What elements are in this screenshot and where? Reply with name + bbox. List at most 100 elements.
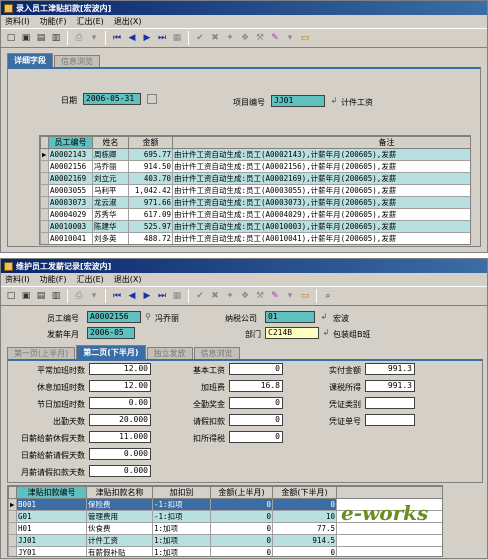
payroll-window-titlebar[interactable]: 维护员工发薪记录[宏波内]: [1, 259, 487, 273]
cell-amount[interactable]: 488.72: [128, 232, 173, 244]
field-value[interactable]: 0.000: [89, 465, 151, 477]
filter-icon[interactable]: ❖: [239, 32, 251, 44]
row-indicator[interactable]: [40, 172, 49, 185]
cancel-icon[interactable]: ✖: [209, 32, 221, 44]
cell-remark[interactable]: 由计件工资自动生成:员工(A0002169),计薪年月(200605),发薪: [172, 172, 470, 185]
cell-amount-first[interactable]: 0: [210, 510, 273, 523]
tab-info-browse[interactable]: 信息浏览: [193, 347, 240, 359]
field-value[interactable]: 0: [229, 414, 283, 426]
cell-add-deduct[interactable]: 1:加项: [152, 546, 211, 556]
print-icon[interactable]: ⎙: [73, 32, 85, 44]
cell-name[interactable]: 冯乔丽: [92, 160, 129, 173]
cell-remark[interactable]: 由计件工资自动生成:员工(A0010041),计薪年月(200605),发薪: [172, 232, 470, 244]
row-indicator[interactable]: [8, 510, 17, 523]
cell-allowance-name[interactable]: 计件工资: [86, 534, 153, 547]
cell-amount-second[interactable]: 0: [272, 498, 337, 511]
menu-exit[interactable]: 退出(X): [114, 16, 142, 27]
cell-amount[interactable]: 914.50: [128, 160, 173, 173]
cell-emp-code[interactable]: A0004029: [48, 208, 93, 221]
entry-window-titlebar[interactable]: 录入员工津贴扣款[宏波内]: [1, 1, 487, 15]
cell-name[interactable]: 陈建华: [92, 220, 129, 233]
cell-amount-second[interactable]: 914.5: [272, 534, 337, 547]
cell-emp-code[interactable]: A0003073: [48, 196, 93, 209]
row-indicator[interactable]: [40, 232, 49, 244]
cell-amount-first[interactable]: 0: [210, 546, 273, 556]
cell-amount[interactable]: 525.97: [128, 220, 173, 233]
cell-emp-code[interactable]: A0003055: [48, 184, 93, 197]
row-indicator[interactable]: [40, 208, 49, 221]
cell-allowance-code[interactable]: JJ01: [16, 534, 87, 547]
field-value[interactable]: 12.00: [89, 363, 151, 375]
table-row[interactable]: A0004029 苏秀华 617.09 由计件工资自动生成:员工(A0004029),…: [40, 208, 470, 221]
print-icon[interactable]: ⎙: [73, 290, 85, 302]
menu-function[interactable]: 功能(F): [40, 274, 67, 285]
cell-amount[interactable]: 617.09: [128, 208, 173, 221]
cell-remark[interactable]: 由计件工资自动生成:员工(A0002156),计薪年月(200605),发薪: [172, 160, 470, 173]
cell-remark[interactable]: 由计件工资自动生成:员工(A0003055),计薪年月(200605),发薪: [172, 184, 470, 197]
row-indicator[interactable]: [8, 546, 17, 556]
prev-record-icon[interactable]: ◀: [126, 290, 138, 302]
field-value[interactable]: 12.00: [89, 380, 151, 392]
cell-amount[interactable]: 695.77: [128, 148, 173, 161]
tab-info-browse[interactable]: 信息浏览: [54, 55, 100, 67]
tools-icon[interactable]: ⚒: [254, 32, 266, 44]
field-value[interactable]: 0.00: [89, 397, 151, 409]
cell-allowance-name[interactable]: 管理费用: [86, 510, 153, 523]
cell-amount-first[interactable]: 0: [210, 522, 273, 535]
wand-icon[interactable]: ✎: [269, 290, 281, 302]
field-value[interactable]: 0: [229, 363, 283, 375]
table-row[interactable]: ▶ A0002143 周栋卿 695.77 由计件工资自动生成:员工(A0002143)…: [40, 148, 470, 161]
date-field[interactable]: 2006-05-31: [83, 93, 141, 105]
filter-icon[interactable]: ❖: [239, 290, 251, 302]
field-value[interactable]: 0: [229, 431, 283, 443]
wand-icon[interactable]: ✎: [269, 32, 281, 44]
cell-allowance-name[interactable]: 有薪假补贴: [86, 546, 153, 556]
col-allowance-code[interactable]: 津贴扣款编号: [16, 486, 87, 499]
cell-name[interactable]: 周栋卿: [92, 148, 129, 161]
row-indicator[interactable]: [40, 220, 49, 233]
refresh-icon[interactable]: ✦: [224, 32, 236, 44]
cell-emp-code[interactable]: A0002169: [48, 172, 93, 185]
table-row[interactable]: A0002169 刘立元 403.70 由计件工资自动生成:员工(A0002169),…: [40, 172, 470, 185]
field-value[interactable]: 0: [229, 397, 283, 409]
save-icon[interactable]: ▦: [171, 290, 183, 302]
copy-icon[interactable]: ▤: [35, 290, 47, 302]
cell-amount-second[interactable]: 77.5: [272, 522, 337, 535]
copy-icon[interactable]: ▤: [35, 32, 47, 44]
cell-allowance-code[interactable]: H01: [16, 522, 87, 535]
table-row[interactable]: A0010041 刘多英 488.72 由计件工资自动生成:员工(A0010041),…: [40, 232, 470, 244]
cell-allowance-code[interactable]: B001: [16, 498, 87, 511]
search-doc-icon[interactable]: ▣: [20, 290, 32, 302]
menu-function[interactable]: 功能(F): [40, 16, 67, 27]
cell-allowance-name[interactable]: 伙食费: [86, 522, 153, 535]
row-indicator[interactable]: [40, 184, 49, 197]
folder-icon[interactable]: ▭: [299, 32, 311, 44]
menu-export[interactable]: 汇出(E): [76, 274, 103, 285]
cell-amount-first[interactable]: 0: [210, 534, 273, 547]
tax-company-field[interactable]: 01: [265, 311, 315, 323]
first-record-icon[interactable]: ⏮: [111, 32, 123, 44]
tab-detail-fields[interactable]: 详细字段: [7, 53, 53, 67]
dropdown-arrow-icon[interactable]: ▾: [88, 32, 100, 44]
dropdown-arrow-icon[interactable]: ▾: [284, 32, 296, 44]
item-lookup-icon[interactable]: ↲: [329, 96, 339, 106]
menu-data[interactable]: 资料(I): [5, 16, 30, 27]
item-code-field[interactable]: JJ01: [271, 95, 325, 107]
col-name[interactable]: 姓名: [92, 136, 129, 149]
cell-allowance-code[interactable]: G01: [16, 510, 87, 523]
table-row[interactable]: A0003073 龙云淑 971.66 由计件工资自动生成:员工(A0003073),…: [40, 196, 470, 209]
cell-emp-code[interactable]: A0002156: [48, 160, 93, 173]
dropdown-arrow-icon[interactable]: ▾: [88, 290, 100, 302]
confirm-icon[interactable]: ✔: [194, 32, 206, 44]
tab-page-one[interactable]: 第一页(上半月): [7, 347, 76, 359]
first-record-icon[interactable]: ⏮: [111, 290, 123, 302]
col-emp-code[interactable]: 员工编号: [48, 136, 93, 149]
row-indicator[interactable]: [40, 196, 49, 209]
field-value[interactable]: [365, 414, 415, 426]
dept-field[interactable]: C214B: [265, 327, 319, 339]
tab-page-two[interactable]: 第二页(下半月): [76, 345, 146, 359]
row-indicator[interactable]: ▶: [40, 148, 49, 161]
field-value[interactable]: 20.000: [89, 414, 151, 426]
cell-amount-second[interactable]: 10: [272, 510, 337, 523]
pay-month-field[interactable]: 2006-05: [87, 327, 135, 339]
